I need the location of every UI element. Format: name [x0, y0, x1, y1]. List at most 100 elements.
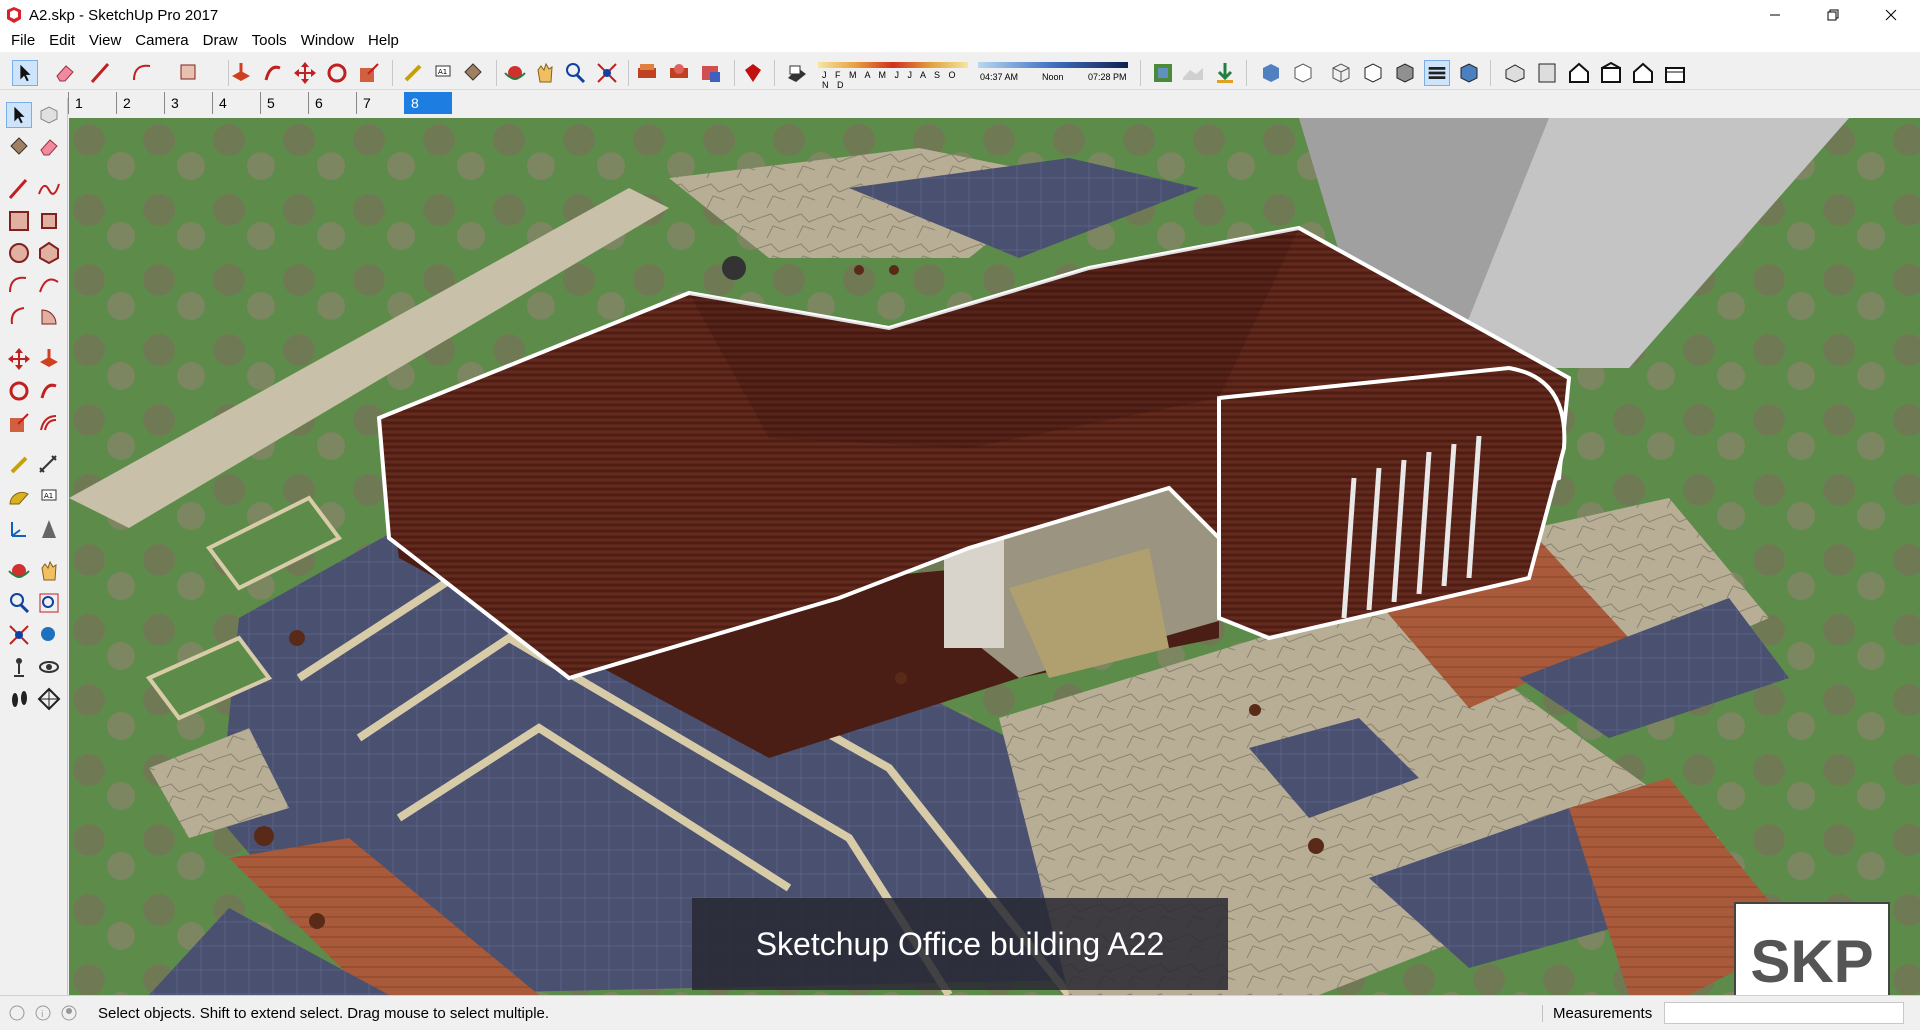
- display-shadows-icon[interactable]: [784, 60, 810, 86]
- scene-tab-8[interactable]: 8: [404, 92, 452, 114]
- left-view-icon[interactable]: [1662, 60, 1688, 86]
- select-icon[interactable]: [12, 60, 38, 86]
- warehouse-icon[interactable]: [634, 60, 660, 86]
- monochrome-icon[interactable]: [1456, 60, 1482, 86]
- select-icon[interactable]: [6, 102, 32, 128]
- menu-draw[interactable]: Draw: [196, 30, 245, 52]
- back-view-icon[interactable]: [1630, 60, 1656, 86]
- right-view-icon[interactable]: [1598, 60, 1624, 86]
- line-icon[interactable]: [6, 176, 32, 202]
- section-plane-icon[interactable]: [36, 686, 62, 712]
- protractor-icon[interactable]: [6, 484, 32, 510]
- walk-icon[interactable]: [6, 686, 32, 712]
- axes-icon[interactable]: [6, 516, 32, 542]
- offset-icon[interactable]: [36, 410, 62, 436]
- arc-icon[interactable]: [6, 272, 32, 298]
- photo-textures-icon[interactable]: [1212, 60, 1238, 86]
- text-icon[interactable]: A1: [36, 484, 62, 510]
- line-icon[interactable]: [88, 60, 114, 86]
- push-pull-icon[interactable]: [228, 60, 254, 86]
- push-pull-icon[interactable]: [36, 346, 62, 372]
- rotate-icon[interactable]: [324, 60, 350, 86]
- 3d-text-icon[interactable]: [36, 516, 62, 542]
- zoom-extents-icon[interactable]: [6, 622, 32, 648]
- user-icon[interactable]: [60, 1004, 78, 1022]
- text-icon[interactable]: A1: [430, 60, 456, 86]
- zoom-window-icon[interactable]: [36, 590, 62, 616]
- shapes-icon[interactable]: [176, 60, 202, 86]
- scene-tab-3[interactable]: 3: [164, 92, 212, 114]
- orbit-icon[interactable]: [502, 60, 528, 86]
- scale-icon[interactable]: [356, 60, 382, 86]
- toggle-terrain-icon[interactable]: [1180, 60, 1206, 86]
- freehand-icon[interactable]: [36, 176, 62, 202]
- follow-me-icon[interactable]: [260, 60, 286, 86]
- zoom-extents-icon[interactable]: [594, 60, 620, 86]
- scene-tab-1[interactable]: 1: [68, 92, 116, 114]
- make-component-icon[interactable]: [36, 102, 62, 128]
- eraser-icon[interactable]: [52, 60, 78, 86]
- tape-measure-icon[interactable]: [400, 60, 426, 86]
- eraser-icon[interactable]: [36, 134, 62, 160]
- restore-button[interactable]: [1804, 0, 1862, 30]
- menu-camera[interactable]: Camera: [128, 30, 195, 52]
- pan-icon[interactable]: [532, 60, 558, 86]
- extension-warehouse-icon[interactable]: [698, 60, 724, 86]
- xray-icon[interactable]: [1258, 60, 1284, 86]
- rectangle-icon[interactable]: [6, 208, 32, 234]
- model-viewport[interactable]: Sketchup Office building A22 SKP: [69, 118, 1920, 995]
- circle-icon[interactable]: [6, 240, 32, 266]
- menu-file[interactable]: File: [4, 30, 42, 52]
- close-button[interactable]: [1862, 0, 1920, 30]
- ruby-console-icon[interactable]: [740, 60, 766, 86]
- polygon-icon[interactable]: [36, 240, 62, 266]
- two-point-arc-icon[interactable]: [36, 272, 62, 298]
- iso-view-icon[interactable]: [1502, 60, 1528, 86]
- zoom-icon[interactable]: [562, 60, 588, 86]
- menu-help[interactable]: Help: [361, 30, 406, 52]
- shaded-with-textures-icon[interactable]: [1424, 60, 1450, 86]
- follow-me-icon[interactable]: [36, 378, 62, 404]
- top-view-icon[interactable]: [1534, 60, 1560, 86]
- menu-edit[interactable]: Edit: [42, 30, 82, 52]
- arc-icon[interactable]: [130, 60, 156, 86]
- minimize-button[interactable]: [1746, 0, 1804, 30]
- paint-bucket-icon[interactable]: [6, 134, 32, 160]
- menu-view[interactable]: View: [82, 30, 128, 52]
- add-location-icon[interactable]: [1150, 60, 1176, 86]
- scene-tab-7[interactable]: 7: [356, 92, 404, 114]
- three-point-arc-icon[interactable]: [6, 304, 32, 330]
- pan-icon[interactable]: [36, 558, 62, 584]
- scene-tab-4[interactable]: 4: [212, 92, 260, 114]
- rotated-rectangle-icon[interactable]: [36, 208, 62, 234]
- pie-icon[interactable]: [36, 304, 62, 330]
- rotate-icon[interactable]: [6, 378, 32, 404]
- scale-icon[interactable]: [6, 410, 32, 436]
- back-edges-icon[interactable]: [1290, 60, 1316, 86]
- scene-tab-2[interactable]: 2: [116, 92, 164, 114]
- dimension-icon[interactable]: [36, 452, 62, 478]
- orbit-icon[interactable]: [6, 558, 32, 584]
- front-view-icon[interactable]: [1566, 60, 1592, 86]
- previous-view-icon[interactable]: [36, 622, 62, 648]
- menu-tools[interactable]: Tools: [245, 30, 294, 52]
- tape-measure-icon[interactable]: [6, 452, 32, 478]
- shadow-month-slider[interactable]: J F M A M J J A S O N D: [818, 60, 968, 90]
- look-around-icon[interactable]: [36, 654, 62, 680]
- position-camera-icon[interactable]: [6, 654, 32, 680]
- move-icon[interactable]: [292, 60, 318, 86]
- scene-tab-6[interactable]: 6: [308, 92, 356, 114]
- paint-bucket-icon[interactable]: [460, 60, 486, 86]
- shadow-time-slider[interactable]: 04:37 AM Noon 07:28 PM: [978, 60, 1128, 86]
- wireframe-icon[interactable]: [1328, 60, 1354, 86]
- measurements-input[interactable]: [1664, 1002, 1904, 1024]
- move-icon[interactable]: [6, 346, 32, 372]
- share-model-icon[interactable]: [666, 60, 692, 86]
- scene-tab-5[interactable]: 5: [260, 92, 308, 114]
- geolocation-icon[interactable]: [8, 1004, 26, 1022]
- hidden-line-icon[interactable]: [1360, 60, 1386, 86]
- shaded-icon[interactable]: [1392, 60, 1418, 86]
- menu-window[interactable]: Window: [294, 30, 361, 52]
- zoom-icon[interactable]: [6, 590, 32, 616]
- info-icon[interactable]: i: [34, 1004, 52, 1022]
